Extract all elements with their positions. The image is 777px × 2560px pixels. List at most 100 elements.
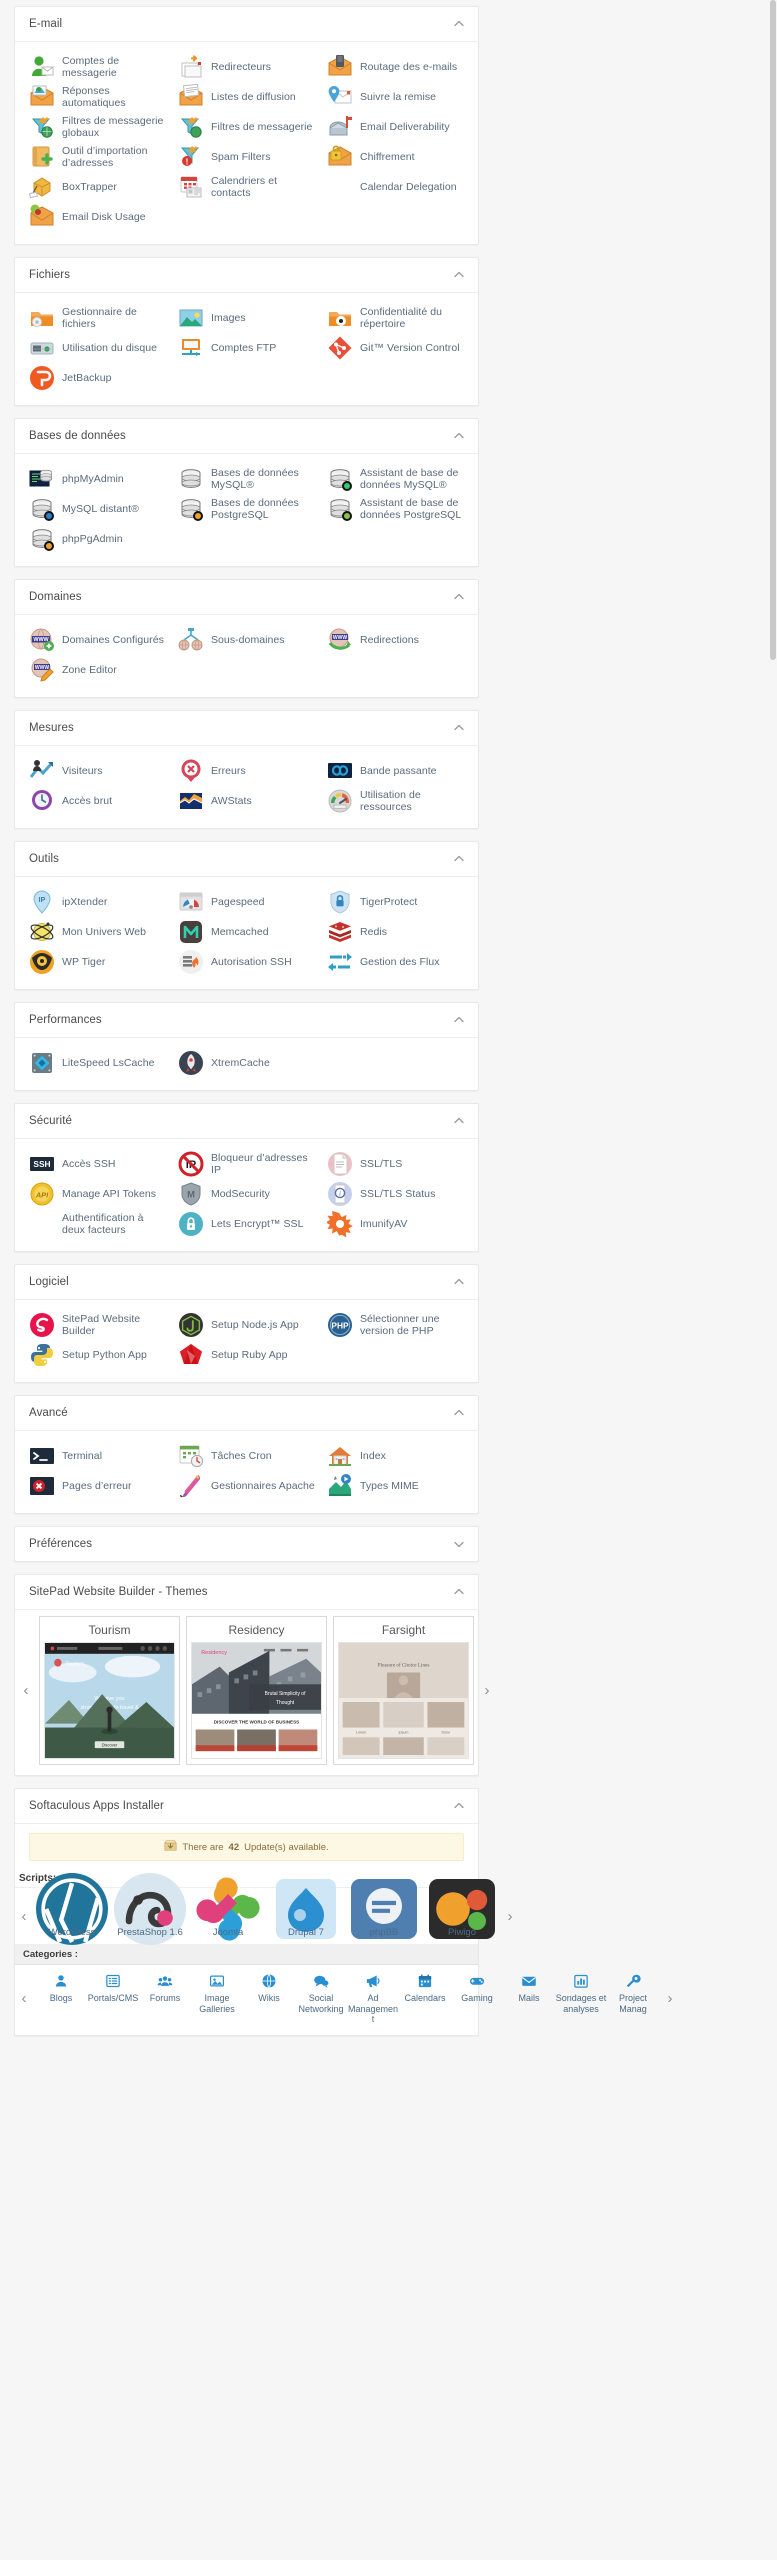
feature-item[interactable]: Assistant de base de données PostgreSQL <box>321 494 470 524</box>
softaculous-category[interactable]: Portals/CMS <box>87 1972 139 2025</box>
softaculous-app[interactable]: Joomla <box>189 1877 267 1941</box>
feature-item[interactable]: Lets Encrypt™ SSL <box>172 1209 321 1239</box>
feature-item[interactable]: Bande passante <box>321 756 470 786</box>
feature-item[interactable]: XtremCache <box>172 1048 321 1078</box>
feature-item[interactable]: ImunifyAV <box>321 1209 470 1239</box>
feature-item[interactable]: Accès brut <box>23 786 172 816</box>
feature-item[interactable]: Filtres de messagerie globaux <box>23 112 172 142</box>
feature-item[interactable]: Utilisation du disque <box>23 333 172 363</box>
themes-next-button[interactable]: › <box>478 1683 496 1698</box>
panel-header-logiciel[interactable]: Logiciel <box>15 1265 478 1300</box>
feature-item[interactable]: PHP Sélectionner une version de PHP <box>321 1310 470 1340</box>
softaculous-category[interactable]: Ad Management <box>347 1972 399 2025</box>
feature-item[interactable]: Redis <box>321 917 470 947</box>
feature-item[interactable]: TigerProtect <box>321 887 470 917</box>
chevron-up-icon[interactable] <box>453 18 465 30</box>
feature-item[interactable]: Memcached <box>172 917 321 947</box>
feature-item[interactable]: i SSL/TLS Status <box>321 1179 470 1209</box>
panel-header-preferences[interactable]: Préférences <box>15 1527 478 1561</box>
panel-header-sitepad-themes[interactable]: SitePad Website Builder - Themes <box>15 1575 478 1610</box>
feature-item[interactable]: Authentification à deux facteurs <box>23 1209 172 1239</box>
panel-header-email[interactable]: E-mail <box>15 7 478 42</box>
feature-item[interactable]: SSH Accès SSH <box>23 1149 172 1179</box>
apps-prev-button[interactable]: ‹ <box>15 1909 33 1924</box>
categories-next-button[interactable]: › <box>661 1991 679 2006</box>
softaculous-app[interactable]: PrestaShop 1.6 <box>111 1873 189 1945</box>
feature-item[interactable]: Outil d’importation d’adresses <box>23 142 172 172</box>
vertical-scrollbar[interactable] <box>770 0 776 660</box>
feature-item[interactable]: Gestionnaire de fichiers <box>23 303 172 333</box>
feature-item[interactable]: phpPgAdmin <box>23 524 172 554</box>
categories-prev-button[interactable]: ‹ <box>15 1991 33 2006</box>
feature-item[interactable]: Tâches Cron <box>172 1441 321 1471</box>
feature-item[interactable]: Redirecteurs <box>172 52 321 82</box>
feature-item[interactable]: Setup Python App <box>23 1340 172 1370</box>
feature-item[interactable]: Git™ Version Control <box>321 333 470 363</box>
feature-item[interactable]: ! Spam Filters <box>172 142 321 172</box>
feature-item[interactable]: BoxTrapper <box>23 172 172 202</box>
theme-card[interactable]: Farsight Pleasure of Choice Lines Lorem Ips… <box>333 1616 474 1765</box>
feature-item[interactable]: Gestionnaires Apache <box>172 1471 321 1501</box>
chevron-up-icon[interactable] <box>453 722 465 734</box>
softaculous-category[interactable]: Social Networking <box>295 1972 347 2025</box>
feature-item[interactable]: WWW Zone Editor <box>23 655 172 685</box>
feature-item[interactable]: Types MIME <box>321 1471 470 1501</box>
chevron-up-icon[interactable] <box>453 1014 465 1026</box>
softaculous-category[interactable]: Gaming <box>451 1972 503 2025</box>
softaculous-category[interactable]: Image Galleries <box>191 1972 243 2025</box>
feature-item[interactable]: MySQL distant® <box>23 494 172 524</box>
feature-item[interactable]: phpMyAdmin <box>23 464 172 494</box>
feature-item[interactable]: Assistant de base de données MySQL® <box>321 464 470 494</box>
feature-item[interactable]: JetBackup <box>23 363 172 393</box>
feature-item[interactable]: LiteSpeed LsCache <box>23 1048 172 1078</box>
feature-item[interactable]: Email Deliverability <box>321 112 470 142</box>
theme-card[interactable]: Residency Residency Brutal Simplicity of Th… <box>186 1616 327 1765</box>
panel-header-bases[interactable]: Bases de données <box>15 419 478 454</box>
chevron-up-icon[interactable] <box>453 430 465 442</box>
softaculous-app[interactable]: phpBB <box>345 1879 423 1939</box>
softaculous-category[interactable]: Mails <box>503 1972 555 2025</box>
chevron-up-icon[interactable] <box>453 1115 465 1127</box>
feature-item[interactable]: Erreurs <box>172 756 321 786</box>
panel-header-outils[interactable]: Outils <box>15 842 478 877</box>
feature-item[interactable]: Visiteurs <box>23 756 172 786</box>
feature-item[interactable]: Gestion des Flux <box>321 947 470 977</box>
feature-item[interactable]: Bases de données PostgreSQL <box>172 494 321 524</box>
panel-header-avance[interactable]: Avancé <box>15 1396 478 1431</box>
softaculous-app[interactable]: Drupal 7 <box>267 1879 345 1939</box>
feature-item[interactable]: Mon Univers Web <box>23 917 172 947</box>
chevron-up-icon[interactable] <box>453 1276 465 1288</box>
feature-item[interactable]: WP Tiger <box>23 947 172 977</box>
chevron-up-icon[interactable] <box>453 591 465 603</box>
apps-next-button[interactable]: › <box>501 1909 519 1924</box>
feature-item[interactable]: Bases de données MySQL® <box>172 464 321 494</box>
chevron-up-icon[interactable] <box>453 269 465 281</box>
feature-item[interactable]: SSL/TLS <box>321 1149 470 1179</box>
feature-item[interactable]: AWStats <box>172 786 321 816</box>
softaculous-category[interactable]: Calendars <box>399 1972 451 2025</box>
feature-item[interactable]: Index <box>321 1441 470 1471</box>
feature-item[interactable]: Pagespeed <box>172 887 321 917</box>
panel-header-softaculous[interactable]: Softaculous Apps Installer <box>15 1789 478 1824</box>
panel-header-performances[interactable]: Performances <box>15 1003 478 1038</box>
softaculous-app[interactable]: Piwigo <box>423 1879 501 1939</box>
feature-item[interactable]: Pages d’erreur <box>23 1471 172 1501</box>
feature-item[interactable]: Chiffrement <box>321 142 470 172</box>
themes-prev-button[interactable]: ‹ <box>17 1683 35 1698</box>
feature-item[interactable]: Calendar Delegation <box>321 172 470 202</box>
feature-item[interactable]: Setup Ruby App <box>172 1340 321 1370</box>
feature-item[interactable]: API Manage API Tokens <box>23 1179 172 1209</box>
panel-header-mesures[interactable]: Mesures <box>15 711 478 746</box>
feature-item[interactable]: Setup Node.js App <box>172 1310 321 1340</box>
chevron-up-icon[interactable] <box>453 1407 465 1419</box>
chevron-down-icon[interactable] <box>453 1538 465 1550</box>
feature-item[interactable]: Filtres de messagerie <box>172 112 321 142</box>
feature-item[interactable]: IPBloqueur d’adresses IP <box>172 1149 321 1179</box>
softaculous-category[interactable]: Project Manag <box>607 1972 659 2025</box>
chevron-up-icon[interactable] <box>453 853 465 865</box>
feature-item[interactable]: Sous-domaines <box>172 625 321 655</box>
panel-header-fichiers[interactable]: Fichiers <box>15 258 478 293</box>
chevron-up-icon[interactable] <box>453 1800 465 1812</box>
feature-item[interactable]: Calendriers et contacts <box>172 172 321 202</box>
feature-item[interactable]: Utilisation de ressources <box>321 786 470 816</box>
